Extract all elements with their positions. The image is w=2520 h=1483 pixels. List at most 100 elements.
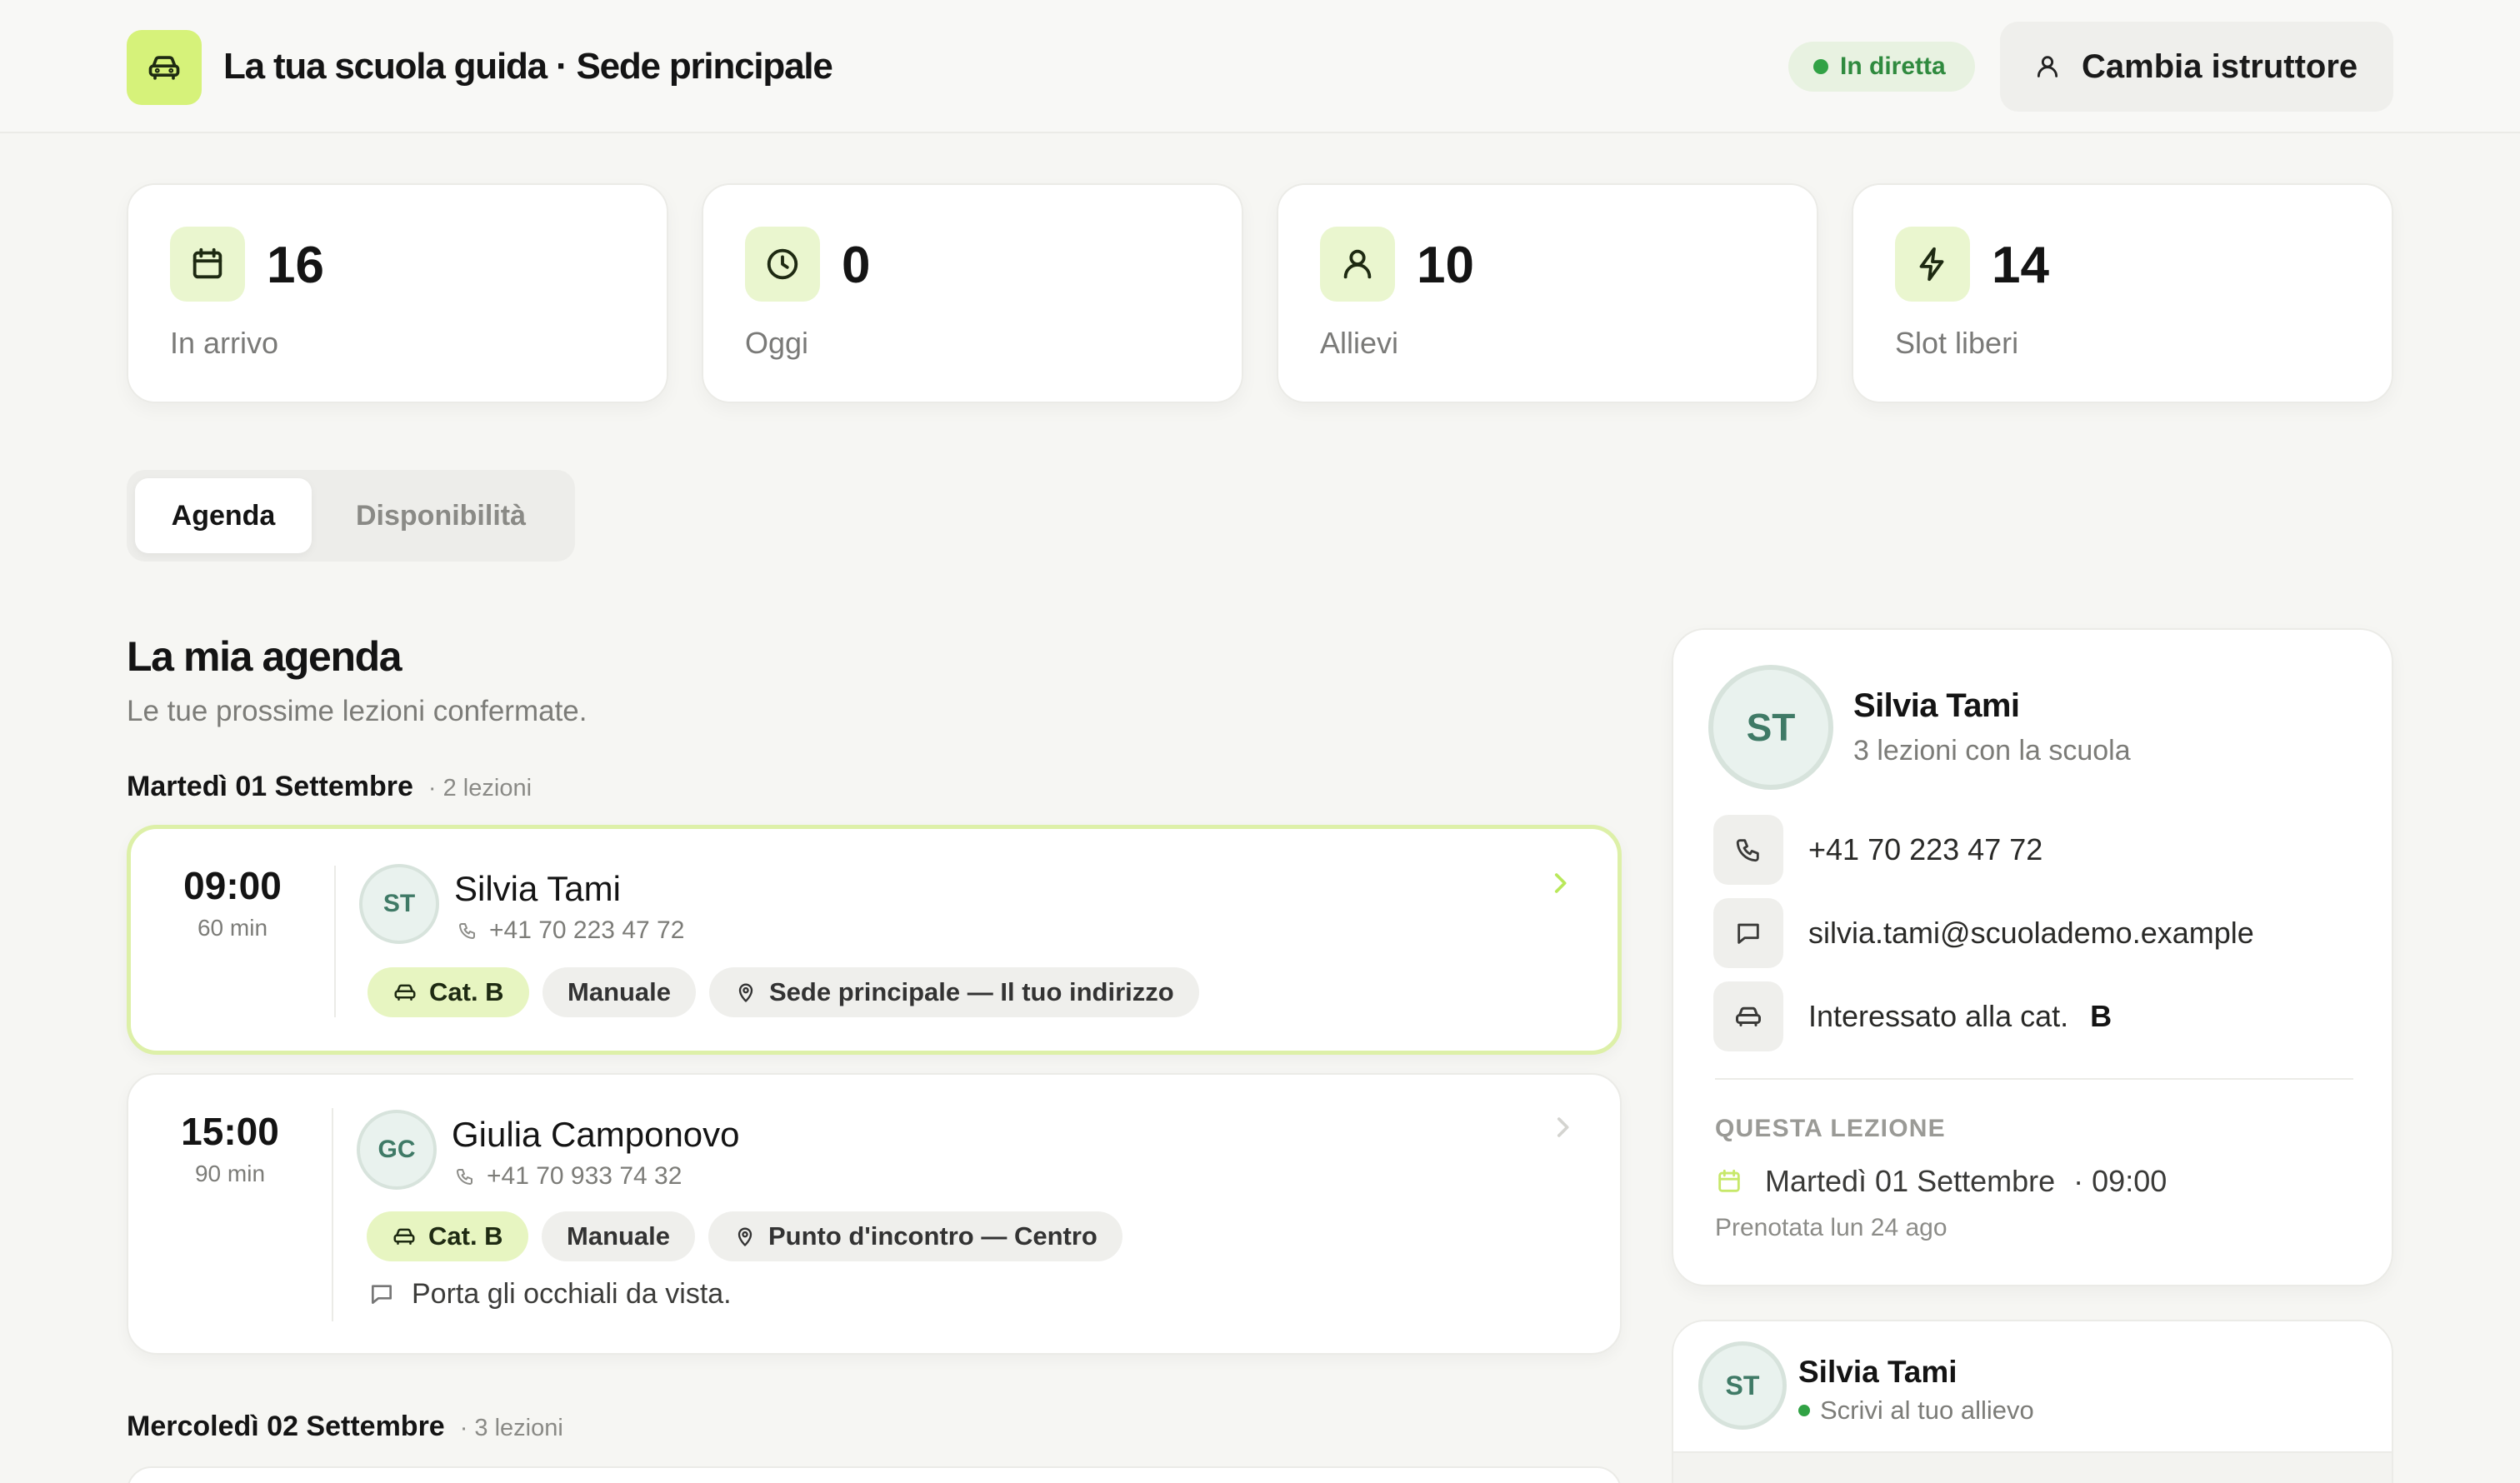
chevron-right-icon[interactable] xyxy=(1548,1113,1577,1141)
view-tabs: Agenda Disponibilità xyxy=(127,470,575,562)
user-icon xyxy=(1320,227,1395,302)
category-label: Cat. B xyxy=(428,1221,503,1251)
stat-label: Slot liberi xyxy=(1895,326,2019,360)
chat-status-label: Scrivi al tuo allievo xyxy=(1820,1396,2034,1425)
lesson-card[interactable]: 15:00 90 min GC Giulia Camponovo +41 70 … xyxy=(127,1073,1622,1355)
interest-row: Interessato alla cat. B xyxy=(1713,981,2112,1051)
stat-card-students: 10 Allievi xyxy=(1277,183,1818,403)
day-lesson-count: · 2 lezioni xyxy=(428,775,532,801)
category-chip: Cat. B xyxy=(367,1211,528,1261)
chevron-right-icon[interactable] xyxy=(1546,869,1574,897)
stat-label: Allievi xyxy=(1320,326,1399,360)
student-name: Giulia Camponovo xyxy=(452,1115,740,1154)
brand-title: La tua scuola guida · Sede principale xyxy=(223,46,833,87)
gearbox-chip: Manuale xyxy=(542,967,697,1017)
student-name: Silvia Tami xyxy=(1853,687,2020,724)
divider xyxy=(1715,1078,2353,1080)
stat-value: 0 xyxy=(842,237,871,294)
location-label: Sede principale — Il tuo indirizzo xyxy=(769,977,1174,1006)
divider xyxy=(334,866,336,1017)
student-phone: +41 70 933 74 32 xyxy=(455,1161,682,1191)
lesson-card[interactable] xyxy=(127,1466,1622,1483)
location-label: Punto d'incontro — Centro xyxy=(768,1221,1098,1251)
user-icon xyxy=(2033,52,2062,81)
tab-availability[interactable]: Disponibilità xyxy=(320,478,562,553)
lesson-note: Porta gli occhiali da vista. xyxy=(368,1276,732,1311)
avatar: ST xyxy=(1708,665,1833,790)
phone-row[interactable]: +41 70 223 47 72 xyxy=(1713,815,2042,885)
stat-value: 16 xyxy=(267,237,324,294)
phone-icon xyxy=(458,921,478,941)
map-pin-icon xyxy=(734,981,758,1004)
email-address: silvia.tami@scuolademo.example xyxy=(1808,916,2254,950)
car-icon xyxy=(127,30,202,105)
stat-label: Oggi xyxy=(745,326,809,360)
divider xyxy=(332,1108,333,1321)
section-label: QUESTA LEZIONE xyxy=(1715,1115,1946,1142)
clock-icon xyxy=(745,227,820,302)
online-dot xyxy=(1798,1405,1810,1416)
location-chip: Punto d'incontro — Centro xyxy=(708,1211,1122,1261)
stat-card-free-slots: 14 Slot liberi xyxy=(1852,183,2393,403)
lesson-time: 09:00 xyxy=(183,864,282,907)
top-bar: La tua scuola guida · Sede principale In… xyxy=(0,0,2520,133)
phone-icon xyxy=(455,1166,475,1186)
chat-body xyxy=(1673,1451,2392,1483)
category-label: Cat. B xyxy=(429,977,504,1006)
car-icon xyxy=(392,980,418,1005)
map-pin-icon xyxy=(733,1225,757,1248)
category-chip: Cat. B xyxy=(368,967,529,1017)
switch-instructor-button[interactable]: Cambia istruttore xyxy=(2000,22,2393,112)
phone-number: +41 70 933 74 32 xyxy=(487,1162,682,1190)
day-lesson-count: · 3 lezioni xyxy=(459,1415,563,1441)
stat-value: 10 xyxy=(1417,237,1474,294)
chat-status: Scrivi al tuo allievo xyxy=(1798,1395,2034,1426)
phone-number: +41 70 223 47 72 xyxy=(1808,832,2043,866)
chat-card[interactable]: ST Silvia Tami Scrivi al tuo allievo xyxy=(1672,1320,2393,1483)
student-phone: +41 70 223 47 72 xyxy=(458,916,684,946)
stat-card-today: 0 Oggi xyxy=(702,183,1243,403)
day-heading: Mercoledì 02 Settembre · 3 lezioni xyxy=(127,1408,563,1446)
car-icon xyxy=(392,1224,417,1249)
calendar-icon xyxy=(1715,1167,1743,1196)
email-row[interactable]: silvia.tami@scuolademo.example xyxy=(1713,898,2254,968)
avatar: ST xyxy=(359,864,439,944)
lesson-time: 15:00 xyxy=(181,1110,279,1153)
switch-instructor-label: Cambia istruttore xyxy=(2082,47,2358,85)
lightning-icon xyxy=(1895,227,1970,302)
phone-number: +41 70 223 47 72 xyxy=(489,916,685,944)
avatar: GC xyxy=(357,1110,437,1190)
student-lesson-count: 3 lezioni con la scuola xyxy=(1853,735,2131,766)
live-status-badge: In diretta xyxy=(1788,42,1975,92)
avatar: ST xyxy=(1698,1341,1787,1430)
calendar-icon xyxy=(170,227,245,302)
lesson-card-selected[interactable]: 09:00 60 min ST Silvia Tami +41 70 223 4… xyxy=(127,825,1622,1055)
agenda-subtitle: Le tue prossime lezioni confermate. xyxy=(127,695,588,727)
lesson-duration: 60 min xyxy=(197,915,268,941)
student-name: Silvia Tami xyxy=(454,869,621,908)
interest-category: B xyxy=(2090,999,2112,1033)
phone-icon xyxy=(1713,815,1783,885)
interest-label: Interessato alla cat. xyxy=(1808,999,2069,1033)
lesson-date: Martedì 01 Settembre xyxy=(1765,1164,2056,1198)
note-text: Porta gli occhiali da vista. xyxy=(412,1278,732,1310)
chat-student-name: Silvia Tami xyxy=(1798,1355,1958,1389)
tab-agenda[interactable]: Agenda xyxy=(135,478,312,553)
comment-icon xyxy=(368,1281,395,1307)
stat-value: 14 xyxy=(1992,237,2049,294)
booked-info: Prenotata lun 24 ago xyxy=(1715,1214,1948,1241)
day-heading: Martedì 01 Settembre · 2 lezioni xyxy=(127,768,532,806)
agenda-title: La mia agenda xyxy=(127,633,402,680)
day-date: Martedì 01 Settembre xyxy=(127,771,413,802)
gearbox-chip: Manuale xyxy=(542,1211,696,1261)
day-date: Mercoledì 02 Settembre xyxy=(127,1411,445,1442)
lesson-time: · 09:00 xyxy=(2073,1164,2168,1198)
live-label: In diretta xyxy=(1840,52,1946,80)
location-chip: Sede principale — Il tuo indirizzo xyxy=(709,967,1199,1017)
lesson-duration: 90 min xyxy=(194,1161,266,1186)
stat-label: In arrivo xyxy=(170,326,279,360)
stat-card-upcoming: 16 In arrivo xyxy=(127,183,668,403)
message-icon xyxy=(1713,898,1783,968)
car-icon xyxy=(1713,981,1783,1051)
live-dot xyxy=(1813,59,1828,74)
